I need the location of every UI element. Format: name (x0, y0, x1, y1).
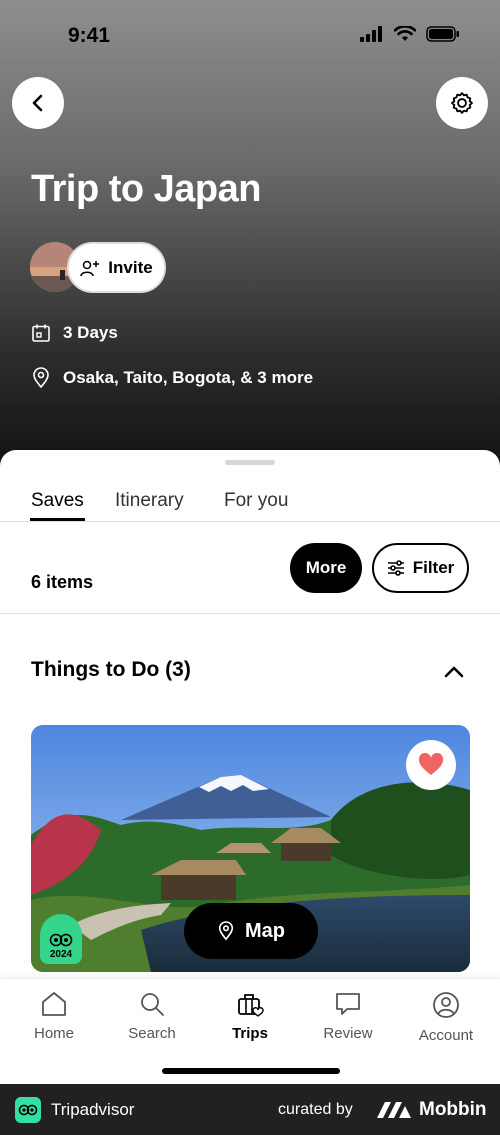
more-button[interactable]: More (290, 543, 362, 593)
review-icon (336, 993, 360, 1015)
status-bar: 9:41 (0, 0, 500, 70)
trip-locations: Osaka, Taito, Bogota, & 3 more (31, 367, 313, 389)
invite-label: Invite (108, 257, 153, 277)
nav-review[interactable]: Review (303, 991, 393, 1042)
active-tab-indicator (30, 518, 85, 521)
saves-toolbar: 6 items More Filter (0, 522, 500, 614)
chevron-up-icon[interactable] (440, 658, 468, 686)
nav-home-label: Home (33, 1025, 74, 1042)
nav-trips[interactable]: Trips (205, 991, 295, 1042)
map-button[interactable]: Map (184, 903, 318, 959)
attribution-footer: Tripadvisor curated by Mobbin (0, 1084, 500, 1135)
curator-name: Mobbin (419, 1099, 487, 1120)
more-label: More (305, 558, 347, 577)
filter-icon (387, 560, 404, 576)
bottom-navigation: Home Search Trips Review Account (0, 978, 500, 1084)
calendar-icon (32, 324, 50, 342)
nav-home[interactable]: Home (9, 991, 99, 1042)
invite-button[interactable]: Invite (67, 242, 166, 293)
home-icon (42, 992, 66, 1016)
nav-search[interactable]: Search (107, 991, 197, 1042)
nav-search-label: Search (128, 1025, 176, 1042)
location-pin-icon (33, 367, 49, 389)
back-button[interactable] (12, 77, 64, 129)
settings-button[interactable] (436, 77, 488, 129)
mobbin-logo-icon (377, 1102, 411, 1118)
nav-trips-label: Trips (232, 1025, 268, 1042)
status-time: 9:41 (68, 24, 111, 47)
add-person-icon (80, 260, 100, 276)
trips-icon (238, 994, 264, 1017)
drag-handle[interactable] (225, 460, 275, 465)
gear-icon (451, 92, 473, 114)
map-label: Map (245, 919, 285, 942)
owl-icon (49, 933, 73, 947)
favorite-button[interactable] (406, 740, 456, 790)
trip-days: 3 Days (63, 323, 118, 342)
trip-duration: 3 Days (31, 323, 118, 343)
home-indicator (162, 1068, 340, 1074)
battery-icon (426, 26, 459, 42)
trip-location-list: Osaka, Taito, Bogota, & 3 more (63, 368, 314, 387)
attraction-card-photo[interactable]: 2024 Map (31, 725, 470, 972)
location-pin-icon (218, 921, 234, 941)
filter-label: Filter (412, 558, 455, 577)
signal-icon (360, 26, 382, 42)
award-year: 2024 (49, 949, 73, 960)
trip-title: Trip to Japan (31, 168, 261, 210)
brand-name: Tripadvisor (51, 1100, 135, 1119)
tab-bar: Saves Itinerary For you (0, 476, 500, 522)
travelers-choice-badge: 2024 (40, 914, 82, 964)
tripadvisor-logo-icon (15, 1097, 41, 1123)
chevron-left-icon (32, 94, 43, 112)
trip-header: 9:41 Trip to Japan Invite 3 Days Osaka, … (0, 0, 500, 475)
search-icon (141, 993, 164, 1016)
heart-icon (418, 753, 444, 775)
nav-review-label: Review (323, 1025, 373, 1042)
items-count: 6 items (31, 572, 94, 592)
nav-account-label: Account (418, 1027, 474, 1044)
tab-for-you[interactable]: For you (224, 490, 288, 512)
section-title: Things to Do (3) (31, 658, 191, 681)
status-icons (360, 26, 460, 42)
tab-itinerary[interactable]: Itinerary (115, 490, 184, 512)
curated-by-label: curated by (278, 1101, 353, 1118)
tab-saves[interactable]: Saves (31, 490, 84, 512)
trip-content-sheet: Saves Itinerary For you 6 items More Fil… (0, 450, 500, 980)
wifi-icon (394, 26, 416, 41)
filter-button[interactable]: Filter (372, 543, 469, 593)
account-icon (433, 992, 459, 1018)
nav-account[interactable]: Account (401, 991, 491, 1044)
